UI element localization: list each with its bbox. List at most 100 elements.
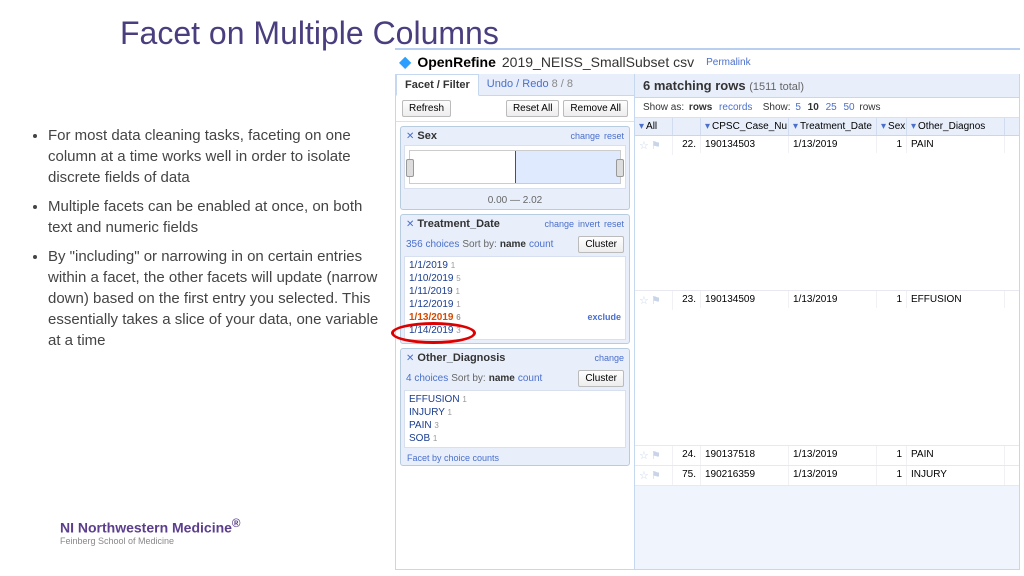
cell-diag[interactable]: PAIN xyxy=(907,136,1005,153)
page-size-25[interactable]: 25 xyxy=(826,102,837,113)
cell-case[interactable]: 190134503 xyxy=(701,136,789,153)
table-row: ☆⚑ 75.1902163591/13/20191INJURY xyxy=(635,466,1019,486)
cell-date[interactable]: 1/13/2019 xyxy=(789,446,877,465)
cluster-button[interactable]: Cluster xyxy=(578,236,624,253)
cell-date[interactable]: 1/13/2019 xyxy=(789,466,877,485)
facet-choice[interactable]: 1/10/2019 5 xyxy=(409,272,621,285)
permalink-link[interactable]: Permalink xyxy=(706,57,750,68)
table-row: ☆⚑ 24.1901375181/13/20191PAIN xyxy=(635,446,1019,466)
row-number: 75. xyxy=(673,466,701,485)
logo-mark: NI xyxy=(60,520,74,536)
row-number: 23. xyxy=(673,291,701,308)
histogram-range: 0.00 — 2.02 xyxy=(401,192,629,209)
row-number: 22. xyxy=(673,136,701,153)
flag-icon[interactable]: ⚑ xyxy=(651,469,663,482)
change-link[interactable]: change xyxy=(594,353,624,363)
facet-title: Sex xyxy=(417,130,566,142)
facet-choices[interactable]: 1/1/2019 11/10/2019 51/11/2019 11/12/201… xyxy=(404,256,626,340)
app-name: OpenRefine xyxy=(417,54,496,70)
sort-name[interactable]: name xyxy=(500,239,526,250)
nm-logo: NI Northwestern Medicine® Feinberg Schoo… xyxy=(60,517,241,546)
row-number: 24. xyxy=(673,446,701,465)
facet-other-diagnosis: ✕ Other_Diagnosis change 4 choices Sort … xyxy=(400,348,630,466)
cell-date[interactable]: 1/13/2019 xyxy=(789,136,877,153)
facet-choice[interactable]: 1/13/2019 6exclude xyxy=(409,311,621,324)
facet-choice[interactable]: INJURY 1 xyxy=(409,406,621,419)
facet-choice[interactable]: 1/14/2019 3 xyxy=(409,324,621,337)
slide-title: Facet on Multiple Columns xyxy=(120,15,499,52)
cluster-button[interactable]: Cluster xyxy=(578,370,624,387)
flag-icon[interactable]: ⚑ xyxy=(651,139,663,152)
facet-choice[interactable]: SOB 1 xyxy=(409,432,621,445)
bullet: By "including" or narrowing in on certai… xyxy=(48,246,390,351)
sort-name[interactable]: name xyxy=(489,373,515,384)
flag-icon[interactable]: ⚑ xyxy=(651,449,663,462)
page-size-10[interactable]: 10 xyxy=(808,102,819,113)
facet-choice[interactable]: EFFUSION 1 xyxy=(409,393,621,406)
star-icon[interactable]: ☆ xyxy=(639,469,651,482)
choice-count: 4 choices xyxy=(406,373,448,384)
slider-handle-right[interactable] xyxy=(616,159,624,177)
tab-undo[interactable]: Undo / Redo 8 / 8 xyxy=(479,74,581,95)
cell-case[interactable]: 190137518 xyxy=(701,446,789,465)
left-panel: Facet / Filter Undo / Redo 8 / 8 Refresh… xyxy=(395,74,635,570)
star-icon[interactable]: ☆ xyxy=(639,294,651,307)
dropdown-icon[interactable]: ▾ xyxy=(911,121,916,132)
cell-diag[interactable]: PAIN xyxy=(907,446,1005,465)
reset-link[interactable]: reset xyxy=(604,131,624,141)
tab-facet[interactable]: Facet / Filter xyxy=(396,74,479,96)
cell-diag[interactable]: INJURY xyxy=(907,466,1005,485)
cell-sex[interactable]: 1 xyxy=(877,291,907,308)
star-icon[interactable]: ☆ xyxy=(639,139,651,152)
facet-toolbar: Refresh Reset All Remove All xyxy=(396,96,634,122)
cell-diag[interactable]: EFFUSION xyxy=(907,291,1005,308)
facet-choice[interactable]: PAIN 3 xyxy=(409,419,621,432)
app-header: ◆ OpenRefine 2019_NEISS_SmallSubset csv … xyxy=(395,50,1020,74)
exclude-link[interactable]: exclude xyxy=(587,312,621,322)
facet-by-counts-link[interactable]: Facet by choice counts xyxy=(401,451,629,465)
show-rows[interactable]: rows xyxy=(689,102,712,113)
slider-handle-left[interactable] xyxy=(406,159,414,177)
facet-title: Other_Diagnosis xyxy=(417,352,590,364)
close-icon[interactable]: ✕ xyxy=(406,219,414,230)
show-records[interactable]: records xyxy=(719,102,752,113)
reset-link[interactable]: reset xyxy=(604,219,624,229)
show-bar: Show as: rows records Show: 5 10 25 50 r… xyxy=(635,98,1019,118)
facet-choice[interactable]: 1/1/2019 1 xyxy=(409,259,621,272)
cell-sex[interactable]: 1 xyxy=(877,136,907,153)
cell-sex[interactable]: 1 xyxy=(877,466,907,485)
invert-link[interactable]: invert xyxy=(578,219,600,229)
dropdown-icon[interactable]: ▾ xyxy=(705,121,710,132)
close-icon[interactable]: ✕ xyxy=(406,131,414,142)
tabs: Facet / Filter Undo / Redo 8 / 8 xyxy=(396,74,634,96)
dropdown-icon[interactable]: ▾ xyxy=(639,121,644,132)
close-icon[interactable]: ✕ xyxy=(406,353,414,364)
facet-choice[interactable]: 1/11/2019 1 xyxy=(409,285,621,298)
cell-case[interactable]: 190216359 xyxy=(701,466,789,485)
histogram[interactable] xyxy=(409,150,621,184)
sort-count[interactable]: count xyxy=(529,239,553,250)
sort-count[interactable]: count xyxy=(518,373,542,384)
facet-treatment-date: ✕ Treatment_Date change invert reset 356… xyxy=(400,214,630,344)
star-icon[interactable]: ☆ xyxy=(639,449,651,462)
grid-header: ▾All ▾CPSC_Case_Nu ▾Treatment_Date ▾Sex … xyxy=(635,118,1019,136)
facet-sex: ✕ Sex change reset 0.00 — 2.02 xyxy=(400,126,630,210)
cell-case[interactable]: 190134509 xyxy=(701,291,789,308)
change-link[interactable]: change xyxy=(570,131,600,141)
dropdown-icon[interactable]: ▾ xyxy=(793,121,798,132)
page-size-5[interactable]: 5 xyxy=(795,102,801,113)
cell-sex[interactable]: 1 xyxy=(877,446,907,465)
dropdown-icon[interactable]: ▾ xyxy=(881,121,886,132)
change-link[interactable]: change xyxy=(544,219,574,229)
facet-title: Treatment_Date xyxy=(417,218,540,230)
page-size-50[interactable]: 50 xyxy=(843,102,854,113)
facet-choices[interactable]: EFFUSION 1INJURY 1PAIN 3SOB 1 xyxy=(404,390,626,448)
slide-bullets: For most data cleaning tasks, faceting o… xyxy=(30,125,390,359)
openrefine-app: ◆ OpenRefine 2019_NEISS_SmallSubset csv … xyxy=(395,48,1020,568)
refresh-button[interactable]: Refresh xyxy=(402,100,451,117)
remove-all-button[interactable]: Remove All xyxy=(563,100,628,117)
flag-icon[interactable]: ⚑ xyxy=(651,294,663,307)
facet-choice[interactable]: 1/12/2019 1 xyxy=(409,298,621,311)
reset-all-button[interactable]: Reset All xyxy=(506,100,559,117)
cell-date[interactable]: 1/13/2019 xyxy=(789,291,877,308)
